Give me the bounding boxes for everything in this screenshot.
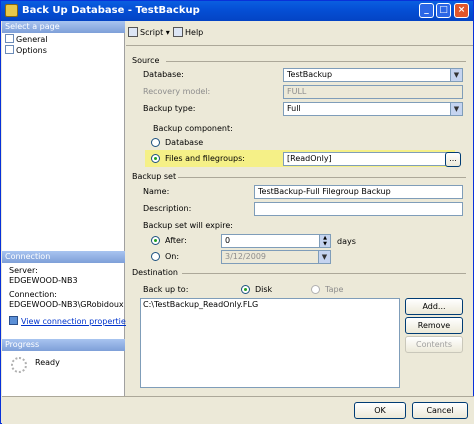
left-panel: Select a page General Options Connection…: [2, 21, 130, 396]
ok-button[interactable]: OK: [354, 402, 406, 419]
database-select[interactable]: TestBackup ▼: [283, 68, 463, 82]
expire-after-radio[interactable]: [151, 236, 160, 245]
files-option-label: Files and filegroups:: [165, 154, 245, 163]
browse-files-button[interactable]: ...: [445, 152, 461, 167]
expire-date-field: 3/12/2009 ▼: [221, 250, 331, 264]
server-label: Server:: [9, 266, 38, 275]
contents-button: Contents: [405, 336, 463, 353]
close-button[interactable]: ×: [454, 3, 469, 18]
tape-radio: [311, 285, 320, 294]
view-connection-properties[interactable]: View connection properties: [9, 316, 130, 326]
chevron-down-icon: ▼: [450, 103, 462, 115]
expire-days-field[interactable]: 0 ▲ ▼: [221, 234, 331, 248]
on-label: On:: [165, 252, 180, 261]
script-button[interactable]: Script ▾: [128, 27, 170, 37]
title-bar[interactable]: Back Up Database - TestBackup _ □ ×: [1, 1, 473, 21]
source-section-label: Source: [132, 56, 160, 65]
minimize-button[interactable]: _: [419, 3, 434, 18]
page-item-options[interactable]: Options: [5, 45, 47, 55]
backup-set-divider: [178, 177, 466, 178]
backup-name-field[interactable]: TestBackup-Full Filegroup Backup: [254, 185, 463, 199]
help-button[interactable]: Help: [173, 27, 203, 37]
maximize-button[interactable]: □: [436, 3, 451, 18]
general-page: Script ▾ Help Source Database: TestBacku…: [126, 21, 473, 396]
files-component-radio[interactable]: [151, 154, 160, 163]
backup-database-window: Back Up Database - TestBackup _ □ × Sele…: [0, 0, 474, 424]
expire-on-radio[interactable]: [151, 252, 160, 261]
days-label: days: [337, 237, 356, 246]
add-button[interactable]: Add...: [405, 298, 463, 315]
destination-section-label: Destination: [132, 268, 178, 277]
after-label: After:: [165, 236, 187, 245]
spinner-icon: [11, 357, 27, 373]
page-icon: [5, 45, 14, 54]
source-divider: [166, 61, 466, 62]
help-icon: [173, 27, 183, 37]
backup-component-label: Backup component:: [153, 124, 233, 133]
tape-label: Tape: [325, 285, 344, 294]
name-label: Name:: [143, 187, 170, 196]
database-option-label: Database: [165, 138, 204, 147]
cancel-button[interactable]: Cancel: [412, 402, 468, 419]
files-filegroups-field[interactable]: [ReadOnly]: [283, 152, 451, 166]
connection-value: EDGEWOOD-NB3\GRobidoux: [9, 300, 124, 309]
connection-header: Connection: [2, 251, 125, 263]
recovery-model-field: FULL: [283, 85, 463, 99]
backup-type-label: Backup type:: [143, 104, 196, 113]
chevron-down-icon: ▼: [318, 251, 330, 263]
page-item-general[interactable]: General: [5, 34, 48, 44]
disk-label: Disk: [255, 285, 273, 294]
script-icon: [128, 27, 138, 37]
expire-label: Backup set will expire:: [143, 221, 233, 230]
backup-type-select[interactable]: Full ▼: [283, 102, 463, 116]
window-title: Back Up Database - TestBackup: [22, 5, 200, 16]
connection-properties-icon: [9, 316, 18, 325]
remove-button[interactable]: Remove: [405, 317, 463, 334]
database-component-radio[interactable]: [151, 138, 160, 147]
description-label: Description:: [143, 204, 192, 213]
server-value: EDGEWOOD-NB3: [9, 276, 78, 285]
back-up-to-label: Back up to:: [143, 285, 189, 294]
connection-label: Connection:: [9, 290, 57, 299]
dialog-footer: OK Cancel: [2, 396, 474, 424]
spin-arrows-icon[interactable]: ▲ ▼: [319, 235, 330, 247]
chevron-down-icon: ▼: [450, 69, 462, 81]
destination-divider: [182, 273, 466, 274]
database-label: Database:: [143, 70, 184, 79]
recovery-model-label: Recovery model:: [143, 87, 211, 96]
disk-radio[interactable]: [241, 285, 250, 294]
database-icon: [5, 4, 18, 17]
toolbar-divider: [126, 45, 473, 46]
description-field[interactable]: [254, 202, 463, 216]
destination-list[interactable]: C:\TestBackup_ReadOnly.FLG: [140, 298, 400, 388]
progress-status: Ready: [35, 358, 60, 367]
progress-header: Progress: [2, 339, 125, 351]
list-item[interactable]: C:\TestBackup_ReadOnly.FLG: [143, 300, 258, 309]
backup-set-section-label: Backup set: [132, 172, 177, 181]
select-page-header: Select a page: [2, 21, 125, 33]
view-connection-link-text: View connection properties: [21, 317, 130, 326]
page-icon: [5, 34, 14, 43]
